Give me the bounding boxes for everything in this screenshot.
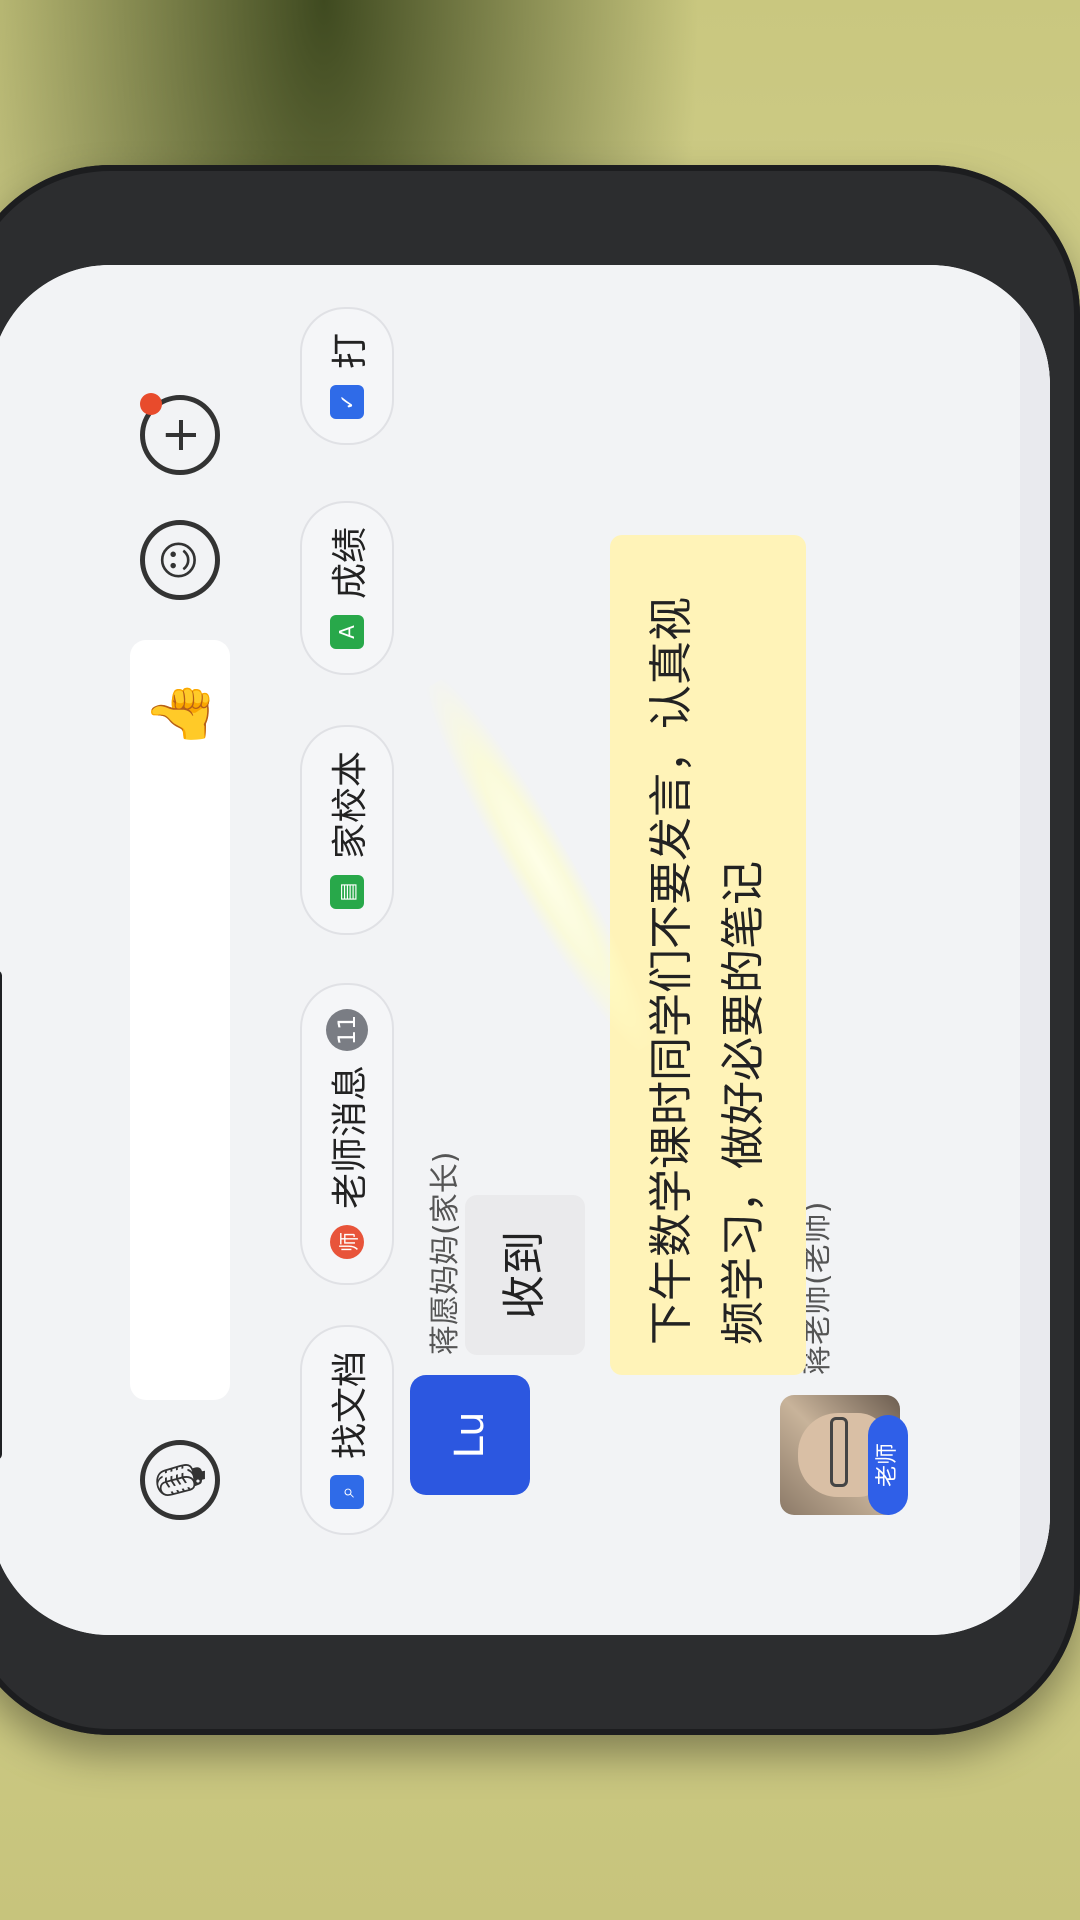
chat-header-edge [1020,265,1050,1635]
teacher-badge: 老师 [868,1415,908,1515]
plus-icon: + [152,414,208,456]
chip-find-document[interactable]: ⌕ 找文档 [300,1324,394,1535]
notification-dot [140,393,162,415]
grade-icon: A [330,615,364,649]
parent-name: 蒋愿妈妈(家长) [428,1151,463,1355]
like-button[interactable]: 👍 [140,675,220,755]
chip-label: 成绩 [330,526,371,599]
notebook-icon: ▤ [330,875,364,909]
emoji-button[interactable]: ☺ [140,520,220,600]
chip-checkin[interactable]: ✓ 打 [300,306,394,445]
parent-avatar[interactable]: Lu [410,1375,530,1495]
voice-icon: 🎙 [152,1449,209,1511]
voice-button[interactable]: 🎙 [140,1440,220,1520]
input-bar: 🎙 👍 ☺ + [70,265,270,1635]
chip-grades[interactable]: A 成绩 [300,500,394,675]
avatar-glasses [830,1417,848,1487]
teacher-icon: 师 [330,1225,364,1259]
chip-label: 找文档 [330,1350,371,1459]
unread-count-badge: 11 [326,1008,368,1051]
chip-teacher-message[interactable]: 师 老师消息 11 [300,982,394,1285]
chip-label: 家校本 [330,750,371,859]
parent-message-row: Lu 蒋愿妈妈(家长) 收到 [410,815,690,1515]
phone-screen: 老师 蒋老师(老师) 下午数学课时同学们不要发言，认真视频学习，做好必要的笔记 … [0,265,1050,1635]
home-indicator [0,970,2,1460]
chip-home-school-notebook[interactable]: ▤ 家校本 [300,724,394,935]
checkin-icon: ✓ [330,385,364,419]
document-search-icon: ⌕ [330,1475,364,1509]
emoji-icon: ☺ [157,539,203,581]
chat-screen: 老师 蒋老师(老师) 下午数学课时同学们不要发言，认真视频学习，做好必要的笔记 … [0,265,1050,1635]
quick-actions-bar: ⌕ 找文档 师 老师消息 11 ▤ 家校本 A 成绩 ✓ 打 [290,265,400,1595]
phone-frame: 老师 蒋老师(老师) 下午数学课时同学们不要发言，认真视频学习，做好必要的笔记 … [0,165,1080,1735]
parent-message-bubble[interactable]: 收到 [465,1195,585,1355]
chip-label: 打 [330,332,371,369]
chip-label: 老师消息 [330,1064,371,1209]
thumbs-up-icon: 👍 [148,680,213,750]
